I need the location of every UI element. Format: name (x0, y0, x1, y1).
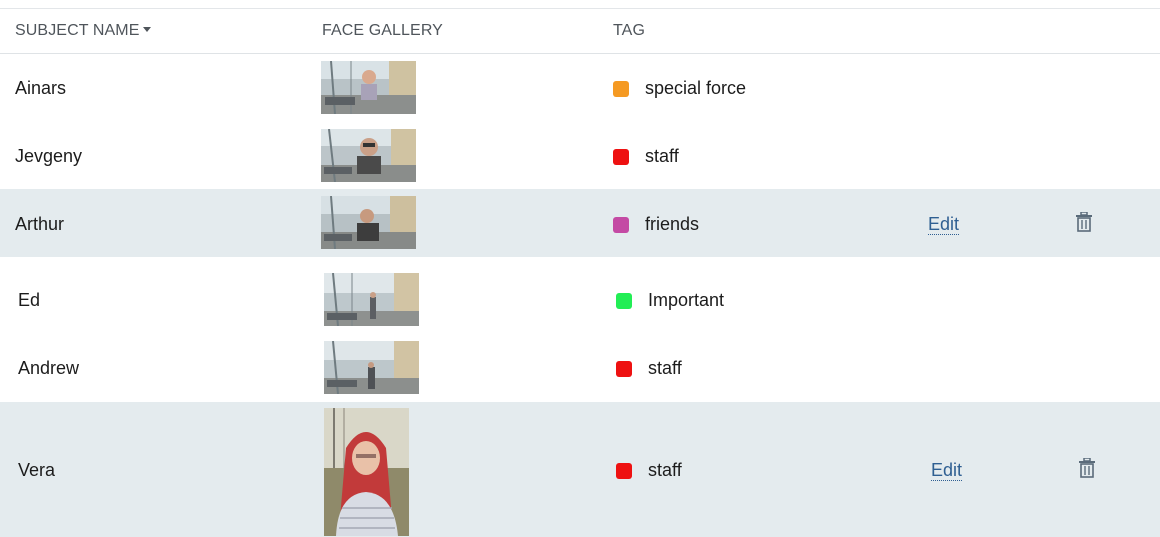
table-row[interactable]: Jevgeny staff (0, 121, 1160, 189)
subject-name-header-label[interactable]: SUBJECT NAME (15, 22, 139, 39)
subject-name: Ainars (15, 78, 67, 98)
face-thumbnail[interactable] (324, 408, 409, 536)
trash-icon[interactable] (1078, 457, 1096, 478)
table-row[interactable]: Ed Important (0, 265, 1160, 332)
table-header: SUBJECT NAME FACE GALLERY TAG (0, 9, 1160, 54)
subjects-table: SUBJECT NAME FACE GALLERY TAG Ainars spe… (0, 0, 1160, 537)
tag-color-swatch (616, 463, 632, 479)
subject-name: Jevgeny (15, 146, 83, 166)
subject-name: Arthur (15, 214, 65, 234)
trash-icon[interactable] (1075, 211, 1093, 232)
tag-label: staff (648, 460, 682, 480)
column-header-subject-name[interactable]: SUBJECT NAME (15, 22, 152, 40)
tag-label: special force (645, 78, 747, 98)
subject-name: Vera (18, 460, 56, 480)
face-thumbnail[interactable] (324, 341, 419, 394)
face-thumbnail[interactable] (321, 196, 416, 249)
table-row[interactable]: Arthur friends Edit (0, 189, 1160, 257)
tag-color-swatch (616, 293, 632, 309)
sort-caret-icon[interactable] (143, 27, 152, 32)
tag-color-swatch (613, 149, 629, 165)
table-row[interactable]: Andrew staff (0, 332, 1160, 402)
subject-name: Andrew (18, 358, 80, 378)
column-header-tag: TAG (613, 22, 646, 39)
column-header-face-gallery: FACE GALLERY (322, 22, 443, 39)
tag-color-swatch (616, 361, 632, 377)
table-row[interactable]: Ainars special force (0, 54, 1160, 121)
tag-label: staff (645, 146, 679, 166)
table-row[interactable]: Vera staff Edit (0, 402, 1160, 537)
tag-label: friends (645, 214, 700, 234)
face-thumbnail[interactable] (321, 61, 416, 114)
edit-link[interactable]: Edit (928, 214, 960, 235)
tag-color-swatch (613, 81, 629, 97)
tag-color-swatch (613, 217, 629, 233)
face-thumbnail[interactable] (321, 129, 416, 182)
tag-label: staff (648, 358, 682, 378)
tag-label: Important (648, 290, 725, 310)
subject-name: Ed (18, 290, 41, 310)
edit-link[interactable]: Edit (931, 460, 963, 481)
face-thumbnail[interactable] (324, 273, 419, 326)
